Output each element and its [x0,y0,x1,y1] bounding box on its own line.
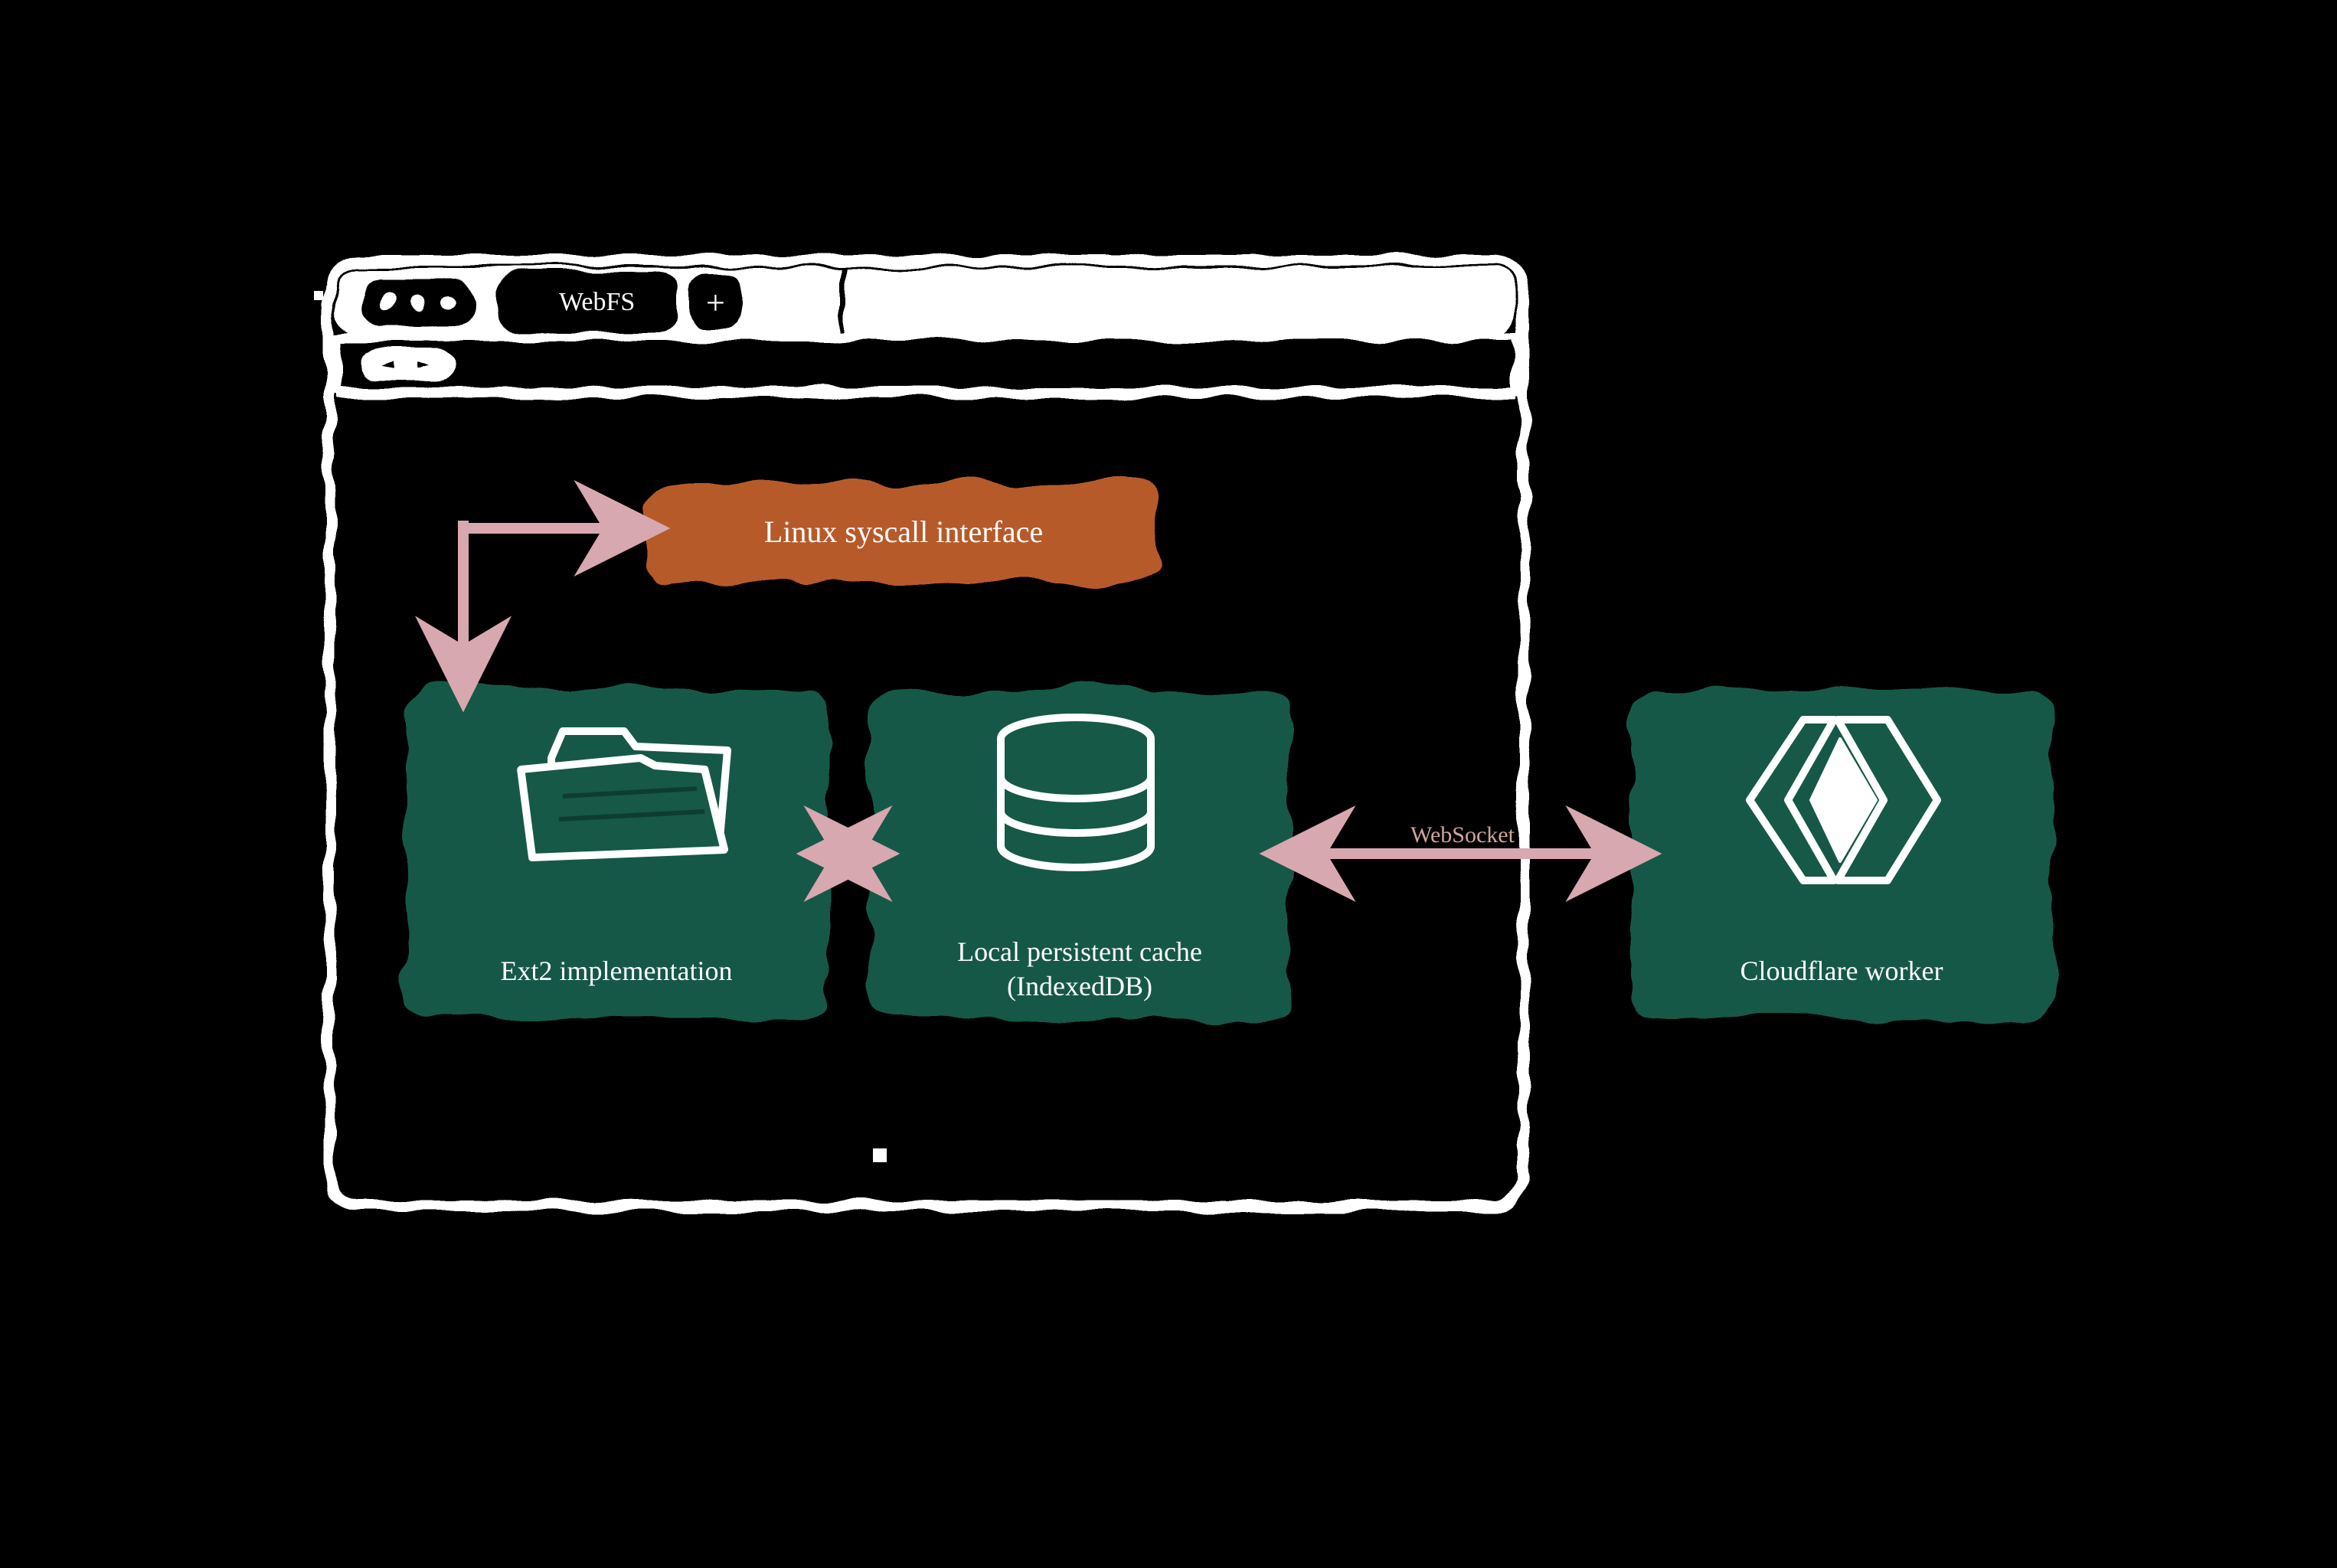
node-cache-label-1: Local persistent cache [957,936,1202,967]
browser-tab-label: WebFS [559,288,635,316]
edge-websocket-label: WebSocket [1410,822,1515,848]
database-icon [1001,717,1151,867]
node-worker-label: Cloudflare worker [1740,956,1943,986]
new-tab-plus-icon: + [706,284,725,322]
arrow-elbow [463,521,632,674]
node-syscall-label: Linux syscall interface [764,514,1043,549]
svg-text:◄: ◄ [381,353,394,378]
stray-pixel [873,1148,887,1162]
node-cache [869,689,1290,1018]
node-ext2-label: Ext2 implementation [501,956,733,986]
architecture-diagram: ◄ ► WebFS + Linux syscall interface Ext2… [230,153,2221,1340]
node-cache-label-2: (IndexedDB) [1007,971,1152,1001]
svg-text:►: ► [417,353,430,378]
